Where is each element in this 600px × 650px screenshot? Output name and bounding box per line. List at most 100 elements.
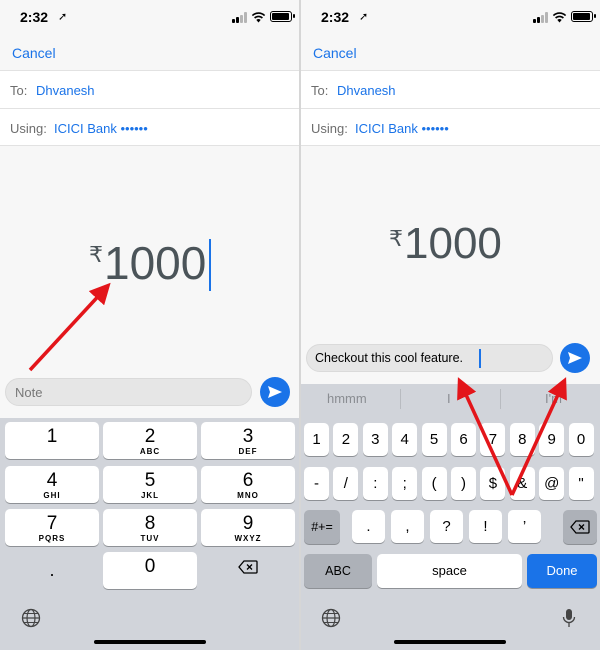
symbol-key[interactable]: 9 <box>539 423 565 456</box>
keypad-key-7[interactable]: 7 PQRS <box>5 509 99 546</box>
key-digit: 7 <box>46 513 58 534</box>
currency-symbol: ₹ <box>389 226 403 251</box>
key-letters: MNO <box>237 491 259 500</box>
suggestion-1[interactable]: hmmm <box>327 391 367 406</box>
key-digit: 0 <box>144 556 156 577</box>
shift-symbols-key[interactable]: #+= <box>304 510 340 544</box>
status-time: 2:32 <box>321 9 350 25</box>
symbol-key[interactable]: : <box>362 467 388 500</box>
symbol-key[interactable]: 6 <box>451 423 476 456</box>
using-field[interactable]: Using: ICICI Bank •••••• <box>301 108 600 146</box>
left-screen: 2:32 ➚ Cancel To: Dhvanesh Using: ICICI … <box>0 0 299 650</box>
space-key[interactable]: space <box>377 554 522 588</box>
keypad-decimal-key[interactable]: . <box>5 560 99 590</box>
symbol-key[interactable]: ! <box>469 510 502 543</box>
symbol-key[interactable]: / <box>333 467 359 500</box>
symbol-key[interactable]: & <box>509 467 535 500</box>
send-button[interactable] <box>560 343 590 373</box>
using-field[interactable]: Using: ICICI Bank •••••• <box>0 108 299 146</box>
symbol-key[interactable]: 0 <box>568 423 594 456</box>
bank-account[interactable]: ICICI Bank •••••• <box>54 121 148 136</box>
send-icon <box>568 352 582 364</box>
key-letters: JKL <box>140 491 160 500</box>
symbol-key[interactable]: . <box>352 510 385 543</box>
location-arrow-icon: ➚ <box>359 11 369 23</box>
backspace-icon <box>238 560 258 574</box>
key-digit: 1 <box>46 426 58 447</box>
symbol-key[interactable]: " <box>568 467 594 500</box>
screenshot-root: 2:32 ➚ Cancel To: Dhvanesh Using: ICICI … <box>0 0 600 650</box>
note-input[interactable]: Note <box>5 378 252 406</box>
key-letters: TUV <box>140 534 160 543</box>
symbol-key[interactable]: ? <box>430 510 463 543</box>
symbol-keyboard: hmmm I I'm 1234567890 - /:;() $ & @ " #+= .,?… <box>301 384 600 650</box>
home-indicator <box>94 640 206 644</box>
numeric-keypad: 1 2 ABC 3 DEF 4 GHI 5 JKL 6 MNO 7 PQRS 8 TUV 9 WXYZ. 0 <box>0 418 299 650</box>
symbol-key[interactable]: 4 <box>392 423 418 456</box>
using-label: Using: <box>10 121 47 136</box>
suggestion-3[interactable]: I'm <box>545 391 562 406</box>
keypad-backspace-key[interactable] <box>201 560 295 590</box>
microphone-icon[interactable] <box>562 608 576 628</box>
home-indicator <box>394 640 506 644</box>
bank-account[interactable]: ICICI Bank •••••• <box>355 121 449 136</box>
cancel-button[interactable]: Cancel <box>12 45 56 61</box>
keypad-key-5[interactable]: 5 JKL <box>103 466 197 503</box>
symbol-key[interactable]: ’ <box>508 510 541 543</box>
done-key[interactable]: Done <box>527 554 597 588</box>
wifi-icon <box>251 12 266 23</box>
battery-icon <box>270 11 295 22</box>
note-placeholder: Note <box>15 385 43 400</box>
amount-value[interactable]: 1000 <box>404 219 502 269</box>
symbol-key[interactable]: @ <box>539 467 565 500</box>
wifi-icon <box>552 12 567 23</box>
keypad-key-4[interactable]: 4 GHI <box>5 466 99 503</box>
key-digit: 2 <box>144 426 156 447</box>
symbol-key[interactable]: ( <box>421 467 447 500</box>
keypad-key-3[interactable]: 3 DEF <box>201 422 295 459</box>
abc-key[interactable]: ABC <box>304 554 372 588</box>
symbol-key[interactable]: 7 <box>480 423 506 456</box>
symbol-key[interactable]: $ <box>480 467 506 500</box>
amount-value[interactable]: 1000 <box>104 236 206 290</box>
symbol-key[interactable]: 5 <box>421 423 447 456</box>
send-icon <box>268 386 282 398</box>
key-digit: 3 <box>242 426 254 447</box>
key-digit: 6 <box>242 470 254 491</box>
signal-icon <box>533 12 549 23</box>
currency-symbol: ₹ <box>89 242 103 267</box>
message-text: Checkout this cool feature. <box>315 351 463 365</box>
signal-icon <box>232 12 248 23</box>
suggestion-2[interactable]: I <box>447 391 451 406</box>
globe-icon[interactable] <box>321 608 341 628</box>
key-letters: DEF <box>238 447 258 456</box>
keypad-key-0[interactable]: 0 <box>103 552 197 589</box>
suggestion-bar: hmmm I I'm <box>301 384 600 414</box>
backspace-icon <box>570 520 590 534</box>
cancel-button[interactable]: Cancel <box>313 45 357 61</box>
battery-icon <box>571 11 596 22</box>
symbol-key[interactable]: ; <box>392 467 418 500</box>
backspace-key[interactable] <box>563 510 597 544</box>
keypad-key-2[interactable]: 2 ABC <box>103 422 197 459</box>
key-digit: . <box>49 560 55 580</box>
symbol-key[interactable]: 8 <box>509 423 535 456</box>
symbol-key[interactable]: 1 <box>304 423 329 456</box>
key-digit: 4 <box>46 470 58 491</box>
keypad-key-9[interactable]: 9 WXYZ <box>201 509 295 546</box>
keypad-key-8[interactable]: 8 TUV <box>103 509 197 546</box>
send-button[interactable] <box>260 377 290 407</box>
globe-icon[interactable] <box>21 608 41 628</box>
symbol-key[interactable]: 3 <box>362 423 388 456</box>
symbol-key[interactable]: , <box>391 510 424 543</box>
message-input[interactable]: Checkout this cool feature. <box>306 344 553 372</box>
symbol-key[interactable]: 2 <box>333 423 359 456</box>
recipient-name[interactable]: Dhvanesh <box>36 83 95 98</box>
keypad-key-6[interactable]: 6 MNO <box>201 466 295 503</box>
symbol-key[interactable]: ) <box>451 467 476 500</box>
to-field[interactable]: To: Dhvanesh <box>0 70 299 108</box>
to-field[interactable]: To: Dhvanesh <box>301 70 600 108</box>
keypad-key-1[interactable]: 1 <box>5 422 99 459</box>
recipient-name[interactable]: Dhvanesh <box>337 83 396 98</box>
symbol-key[interactable]: - <box>304 467 329 500</box>
